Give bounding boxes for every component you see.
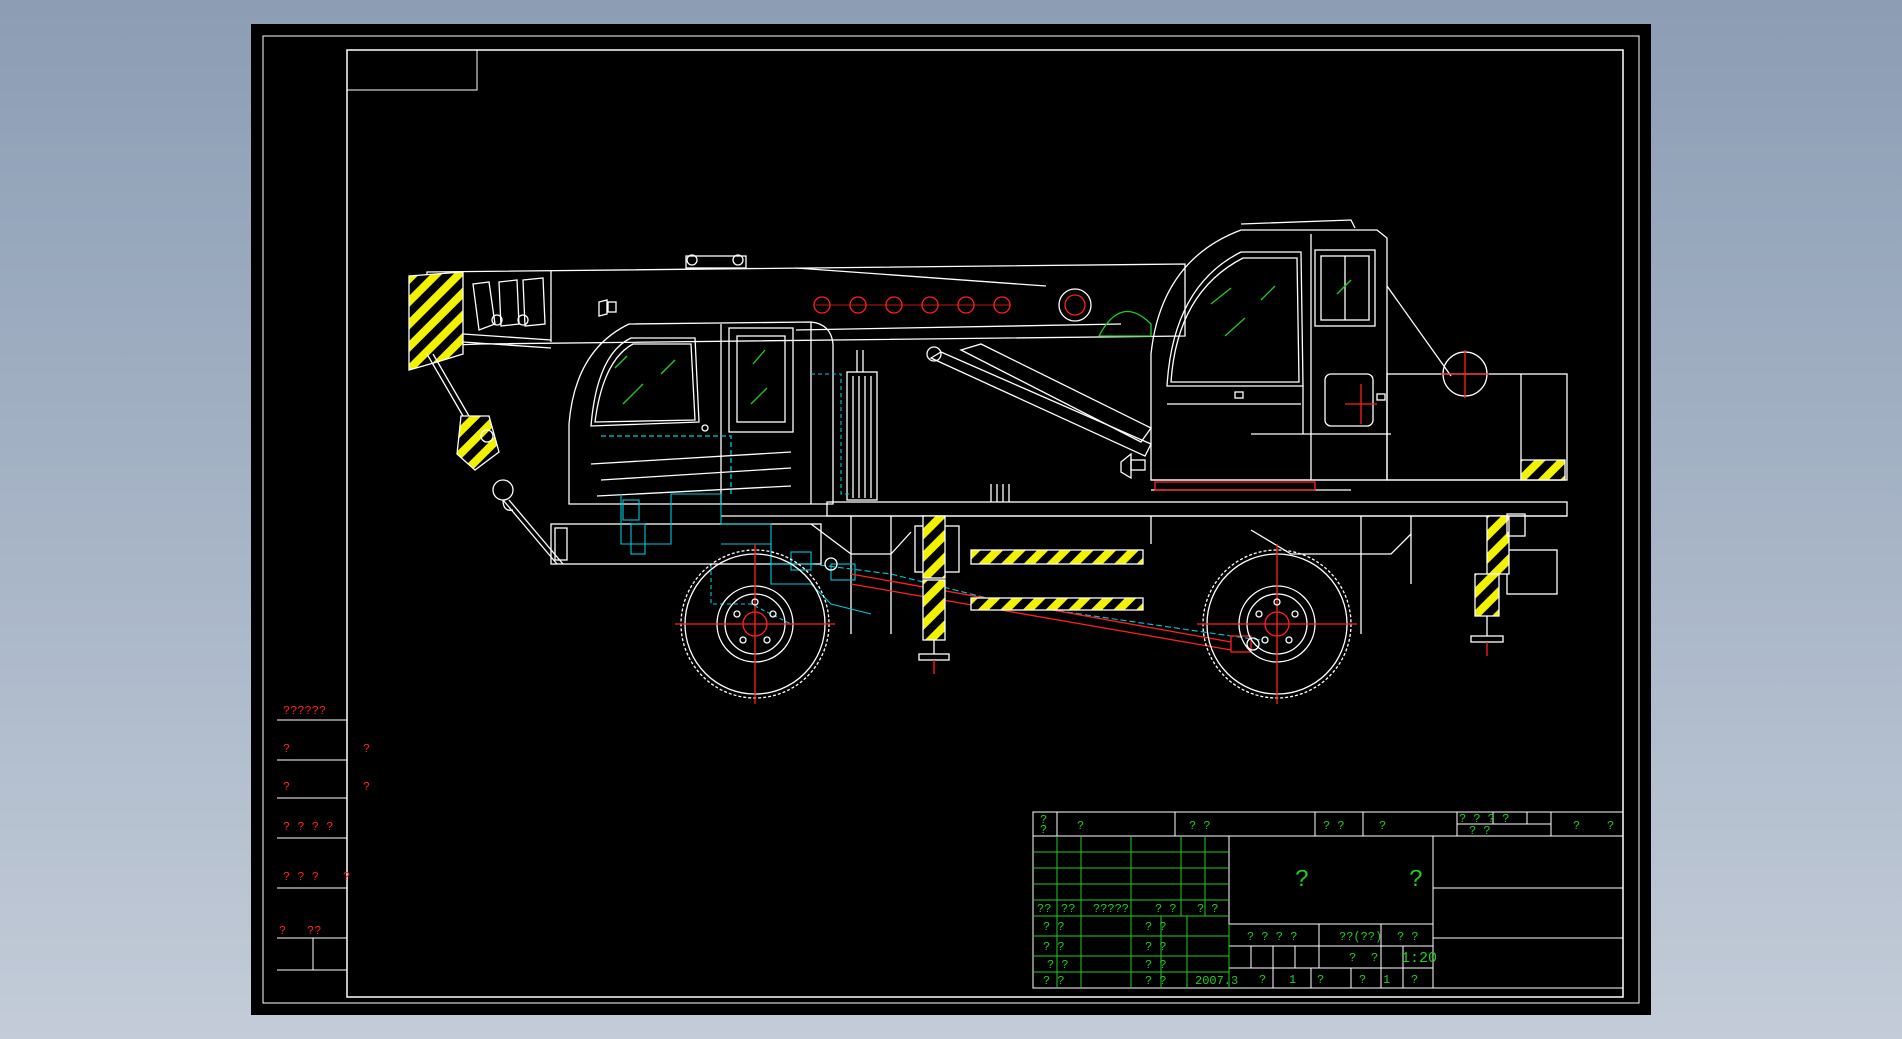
sign-head-0: ?? (1037, 902, 1051, 916)
date: 2007.3 (1195, 974, 1238, 988)
rev-cell-2: ? ? (1189, 819, 1211, 833)
note-5: ? ? ? (283, 870, 319, 884)
sheet-info-0: ? (1259, 973, 1266, 987)
rev-sub: ? (1040, 823, 1047, 837)
crane-truck-drawing (408, 219, 1568, 704)
cad-drawing-sheet: ?????? ? ? ? ? ? ? ? ? ? ? ? ? ? ?? ? ? … (251, 24, 1651, 1015)
corner-label-box (346, 49, 478, 91)
hook-block (426, 353, 564, 565)
sheet-info-3: ? (1359, 973, 1366, 987)
note-6-value: ?? (307, 924, 321, 938)
sign-row-2-b: ? ? (1145, 958, 1167, 972)
drawing-name-left: ? (1295, 867, 1309, 894)
sheet-info-5: ? (1411, 973, 1418, 987)
sheet-info-2: ? (1317, 973, 1324, 987)
scale-label: ? ? (1397, 930, 1419, 944)
stage-label: ? ? ? ? (1247, 930, 1297, 944)
drawing-name-right: ? (1409, 867, 1423, 894)
rear-wheel (1197, 544, 1357, 704)
sign-row-1-b: ? ? (1145, 940, 1167, 954)
rear-outrigger (1470, 513, 1526, 656)
front-outrigger (918, 515, 950, 674)
note-6: ? (279, 924, 286, 938)
note-5-value: ? (343, 870, 350, 884)
sign-row-2-a: ? ? (1047, 958, 1069, 972)
sign-row-1-a: ? ? (1043, 940, 1065, 954)
boom-head (408, 271, 552, 371)
sign-row-0-a: ? ? (1043, 920, 1065, 934)
screenshot-background: ?????? ? ? ? ? ? ? ? ? ? ? ? ? ? ?? ? ? … (0, 0, 1902, 1039)
sign-head-1: ?? (1061, 902, 1075, 916)
sheet-info-4: 1 (1383, 973, 1390, 987)
note-2-value: ? (363, 742, 370, 756)
sheet-info-1: 1 (1289, 973, 1296, 987)
operator-cab (1150, 219, 1391, 481)
scale-mark-1: ? (1371, 951, 1378, 965)
sign-head-4: ? ? (1197, 902, 1219, 916)
scale-value: 1:20 (1401, 950, 1437, 967)
rev-cell-6: ? ? (1469, 824, 1491, 838)
cad-drawing: ?????? ? ? ? ? ? ? ? ? ? ? ? ? ? ?? ? ? … (262, 35, 1640, 1004)
scale-mark-0: ? (1349, 951, 1356, 965)
inner-frame (346, 49, 1624, 998)
left-notes-text: ?????? ? ? ? ? ? ? ? ? ? ? ? ? ? ?? (279, 704, 370, 938)
note-4: ? ? ? ? (283, 820, 333, 834)
note-3-value: ? (363, 780, 370, 794)
weight-label: ??(??) (1339, 930, 1382, 944)
radiator-exhaust (846, 350, 878, 501)
carrier-cab (568, 321, 834, 505)
rev-cell-4: ? (1379, 819, 1386, 833)
turntable-counterweight (1120, 285, 1568, 491)
sign-row-0-b: ? ? (1145, 920, 1167, 934)
rev-cell-7: ? (1573, 819, 1580, 833)
sign-row-3-a: ? ? (1043, 974, 1065, 988)
sign-head-3: ? ? (1155, 902, 1177, 916)
luffing-cylinder (926, 343, 1152, 457)
crane-boom (426, 254, 1186, 347)
note-1: ?????? (283, 704, 326, 718)
sign-head-2: ????? (1093, 902, 1129, 916)
sign-row-3-b: ? ? (1145, 974, 1167, 988)
rev-cell-3: ? ? (1323, 819, 1345, 833)
note-3: ? (283, 780, 290, 794)
rev-cell-1: ? (1077, 819, 1084, 833)
rev-cell-8: ? (1607, 819, 1614, 833)
note-2: ? (283, 742, 290, 756)
